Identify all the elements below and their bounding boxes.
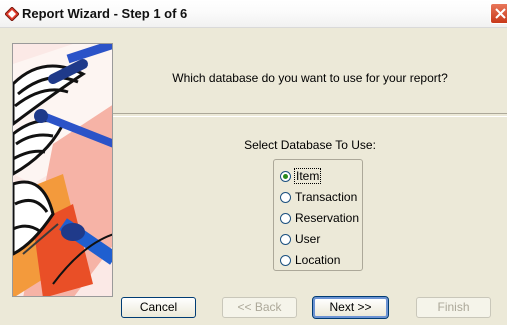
wizard-content: Which database do you want to use for yo… bbox=[113, 43, 507, 297]
radio-button[interactable] bbox=[280, 170, 291, 182]
radio-button[interactable] bbox=[280, 254, 291, 266]
close-icon bbox=[495, 8, 506, 19]
radio-button[interactable] bbox=[280, 191, 291, 203]
radio-reservation[interactable]: Reservation bbox=[280, 208, 359, 228]
next-button[interactable]: Next >> bbox=[312, 296, 389, 319]
radio-user[interactable]: User bbox=[280, 229, 320, 249]
radio-button[interactable] bbox=[280, 212, 291, 224]
radio-label-location[interactable]: Location bbox=[295, 253, 340, 267]
radio-location[interactable]: Location bbox=[280, 250, 340, 270]
separator bbox=[113, 113, 507, 117]
radio-button[interactable] bbox=[280, 233, 291, 245]
select-database-label: Select Database To Use: bbox=[244, 138, 376, 152]
app-icon bbox=[5, 7, 19, 21]
close-button[interactable] bbox=[490, 3, 507, 24]
wizard-artwork bbox=[12, 43, 113, 297]
wizard-question: Which database do you want to use for yo… bbox=[172, 71, 448, 85]
radio-transaction[interactable]: Transaction bbox=[280, 187, 357, 207]
radio-label-item[interactable]: Item bbox=[293, 168, 322, 184]
radio-label-user[interactable]: User bbox=[295, 232, 320, 246]
window-title: Report Wizard - Step 1 of 6 bbox=[22, 6, 188, 21]
finish-button[interactable]: Finish bbox=[416, 297, 491, 318]
radio-label-reservation[interactable]: Reservation bbox=[295, 211, 359, 225]
radio-item[interactable]: Item bbox=[280, 166, 322, 186]
report-wizard-window: Report Wizard - Step 1 of 6 Which databa… bbox=[0, 0, 507, 325]
radio-label-transaction[interactable]: Transaction bbox=[295, 190, 357, 204]
title-bar[interactable]: Report Wizard - Step 1 of 6 bbox=[0, 0, 507, 28]
database-radio-group: Item Transaction Reservation User Locati… bbox=[273, 159, 363, 271]
back-button[interactable]: << Back bbox=[222, 297, 297, 318]
cancel-button[interactable]: Cancel bbox=[121, 297, 196, 318]
